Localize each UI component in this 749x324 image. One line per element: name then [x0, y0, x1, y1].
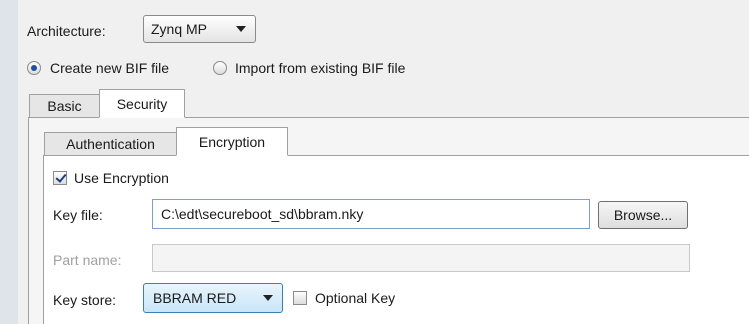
key-file-value: C:\edt\secureboot_sd\bbram.nky [161, 206, 364, 222]
chevron-down-icon [236, 26, 246, 32]
browse-button[interactable]: Browse... [598, 201, 688, 229]
tab-security-label: Security [116, 95, 168, 112]
tab-strip-divider [185, 117, 749, 118]
tab-authentication[interactable]: Authentication [44, 132, 176, 156]
tab-encryption-label: Encryption [198, 133, 266, 150]
key-store-selected-value: BBRAM RED [153, 290, 237, 306]
use-encryption-checkbox[interactable] [53, 171, 67, 185]
chevron-down-icon [263, 295, 273, 301]
import-bif-label[interactable]: Import from existing BIF file [235, 60, 405, 76]
key-store-label: Key store: [53, 292, 117, 308]
create-bif-label[interactable]: Create new BIF file [50, 60, 169, 76]
architecture-label: Architecture: [27, 23, 106, 39]
use-encryption-label[interactable]: Use Encryption [74, 170, 169, 186]
architecture-dropdown[interactable]: Zynq MP [143, 15, 256, 43]
part-name-input[interactable] [152, 244, 690, 272]
tab-authentication-label: Authentication [66, 136, 155, 152]
import-bif-radio[interactable] [213, 61, 227, 75]
browse-button-label: Browse... [613, 207, 673, 223]
key-store-dropdown[interactable]: BBRAM RED [143, 283, 283, 313]
create-bif-radio[interactable] [27, 61, 41, 75]
architecture-selected-value: Zynq MP [151, 21, 208, 37]
tab-security[interactable]: Security [99, 89, 185, 118]
optional-key-checkbox[interactable] [293, 291, 307, 305]
key-file-label: Key file: [53, 207, 103, 223]
tab-basic[interactable]: Basic [29, 94, 99, 118]
part-name-label: Part name: [53, 252, 122, 268]
inner-tab-strip-divider [288, 155, 749, 156]
optional-key-label[interactable]: Optional Key [315, 290, 395, 306]
tab-encryption[interactable]: Encryption [176, 127, 288, 156]
key-file-input[interactable]: C:\edt\secureboot_sd\bbram.nky [152, 199, 590, 229]
left-edge-strip [0, 0, 18, 324]
tab-basic-label: Basic [47, 98, 82, 114]
